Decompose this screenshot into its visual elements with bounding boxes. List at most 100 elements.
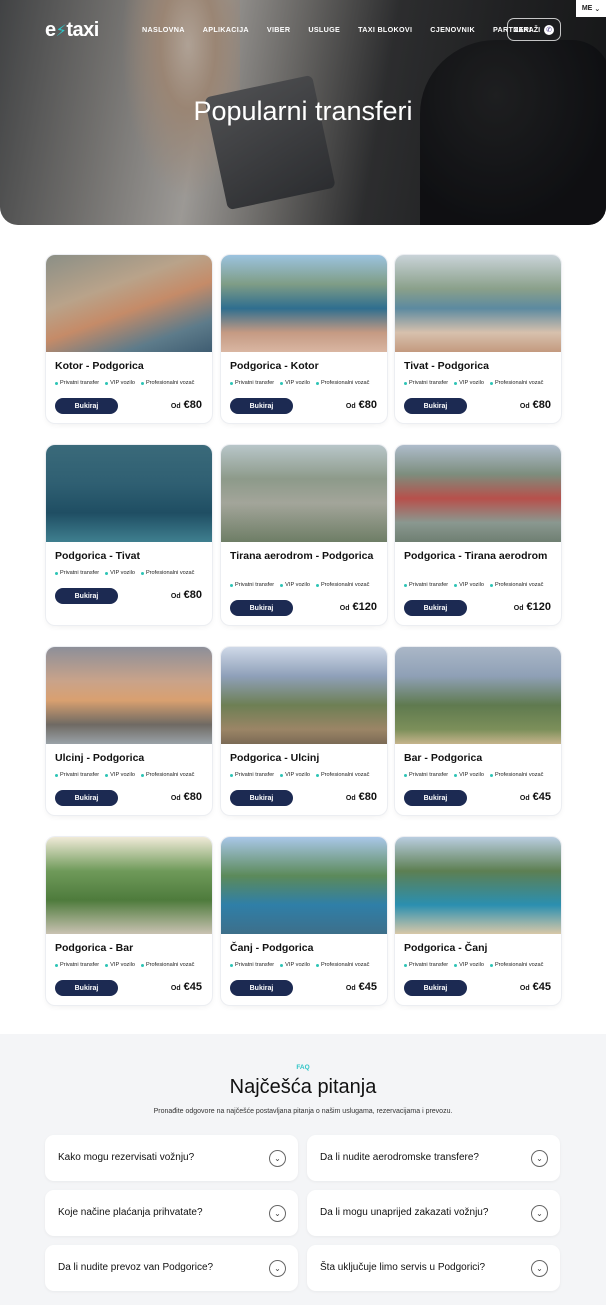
- feature-tag: Profesionalni vozač: [140, 772, 194, 778]
- bullet-dot-icon: [280, 381, 284, 385]
- chevron-down-icon[interactable]: ⌄: [531, 1260, 548, 1277]
- book-button[interactable]: Bukiraj: [404, 790, 467, 806]
- order-label: ZAKAŽI: [513, 25, 541, 34]
- feature-tag: Privatni transfer: [55, 380, 99, 386]
- feature-tag: VIP vozilo: [454, 962, 484, 968]
- book-button[interactable]: Bukiraj: [404, 980, 467, 996]
- bullet-dot-icon: [489, 963, 493, 967]
- transfer-tags: Privatni transfer VIP vozilo Profesionalni…: [404, 962, 543, 968]
- bullet-dot-icon: [454, 963, 458, 967]
- feature-tag: Profesionalni vozač: [315, 772, 369, 778]
- transfer-card[interactable]: Podgorica - Tirana aerodrom Privatni tran…: [395, 445, 561, 625]
- book-button[interactable]: Bukiraj: [404, 398, 467, 414]
- transfer-card[interactable]: Podgorica - Bar Privatni transfer VIP vozi…: [46, 837, 212, 1005]
- transfer-route: Tirana aerodrom - Podgorica: [230, 550, 374, 562]
- price-value: €80: [358, 791, 377, 803]
- transfer-price: Od €80: [171, 791, 202, 803]
- bullet-dot-icon: [280, 583, 284, 587]
- bullet-dot-icon: [315, 381, 319, 385]
- price-value: €80: [532, 399, 551, 411]
- language-switcher[interactable]: ME ⌄: [576, 0, 606, 17]
- feature-tag: Profesionalni vozač: [140, 570, 194, 576]
- transfer-photo: [46, 647, 212, 744]
- transfer-photo: [395, 647, 561, 744]
- faq-item[interactable]: Da li nudite aerodromske transfere? ⌄: [307, 1135, 560, 1181]
- transfer-card[interactable]: Čanj - Podgorica Privatni transfer VIP voz…: [221, 837, 387, 1005]
- price-value: €45: [532, 791, 551, 803]
- feature-tag: VIP vozilo: [454, 380, 484, 386]
- transfer-price: Od €80: [520, 399, 551, 411]
- transfer-price: Od €45: [171, 981, 202, 993]
- faq-question: Da li nudite prevoz van Podgorice?: [58, 1262, 214, 1273]
- transfer-tags: Privatni transfer VIP vozilo Profesionalni…: [230, 582, 369, 588]
- transfer-card[interactable]: Bar - Podgorica Privatni transfer VIP vozi…: [395, 647, 561, 815]
- price-value: €80: [183, 589, 202, 601]
- transfer-card[interactable]: Podgorica - Čanj Privatni transfer VIP voz…: [395, 837, 561, 1005]
- bullet-dot-icon: [105, 571, 109, 575]
- transfer-card[interactable]: Podgorica - Tivat Privatni transfer VIP vo…: [46, 445, 212, 625]
- bullet-dot-icon: [489, 773, 493, 777]
- transfer-route: Tivat - Podgorica: [404, 360, 489, 372]
- book-button[interactable]: Bukiraj: [230, 790, 293, 806]
- transfer-card[interactable]: Podgorica - Ulcinj Privatni transfer VIP v…: [221, 647, 387, 815]
- transfer-route: Podgorica - Ulcinj: [230, 752, 320, 764]
- bullet-dot-icon: [55, 381, 58, 385]
- book-button[interactable]: Bukiraj: [55, 980, 118, 996]
- faq-question: Da li nudite aerodromske transfere?: [320, 1152, 479, 1163]
- book-button[interactable]: Bukiraj: [404, 600, 467, 616]
- nav-item-taxi-blokovi[interactable]: TAXI BLOKOVI: [358, 25, 412, 34]
- book-button[interactable]: Bukiraj: [55, 588, 118, 604]
- feature-tag: VIP vozilo: [454, 772, 484, 778]
- faq-question: Šta uključuje limo servis u Podgorici?: [320, 1262, 486, 1273]
- transfer-tags: Privatni transfer VIP vozilo Profesionalni…: [55, 962, 194, 968]
- transfer-card[interactable]: Tivat - Podgorica Privatni transfer VIP vo…: [395, 255, 561, 423]
- transfer-tags: Privatni transfer VIP vozilo Profesionalni…: [404, 582, 543, 588]
- transfer-photo: [46, 837, 212, 934]
- chevron-down-icon[interactable]: ⌄: [531, 1150, 548, 1167]
- chevron-down-icon[interactable]: ⌄: [269, 1205, 286, 1222]
- transfer-photo: [221, 837, 387, 934]
- feature-tag: VIP vozilo: [105, 380, 135, 386]
- language-label: ME: [581, 5, 593, 12]
- transfer-route: Podgorica - Čanj: [404, 942, 488, 954]
- transfer-card[interactable]: Tirana aerodrom - Podgorica Privatni tran…: [221, 445, 387, 625]
- logo-prefix: e: [45, 19, 56, 41]
- faq-item[interactable]: Kako mogu rezervisati vožnju? ⌄: [45, 1135, 298, 1181]
- transfer-route: Čanj - Podgorica: [230, 942, 314, 954]
- faq-item[interactable]: Šta uključuje limo servis u Podgorici? ⌄: [307, 1245, 560, 1291]
- site-logo[interactable]: e⚡taxi: [45, 19, 99, 42]
- transfer-card[interactable]: Kotor - Podgorica Privatni transfer VIP vo…: [46, 255, 212, 423]
- chevron-down-icon[interactable]: ⌄: [269, 1260, 286, 1277]
- faq-item[interactable]: Da li nudite prevoz van Podgorice? ⌄: [45, 1245, 298, 1291]
- faq-item[interactable]: Da li mogu unaprijed zakazati vožnju? ⌄: [307, 1190, 560, 1236]
- main-nav: NASLOVNA APLIKACIJA VIBER USLUGE TAXI BL…: [142, 25, 550, 34]
- transfer-card[interactable]: Ulcinj - Podgorica Privatni transfer VIP v…: [46, 647, 212, 815]
- price-prefix: Od: [170, 985, 181, 992]
- book-button[interactable]: Bukiraj: [230, 980, 293, 996]
- bullet-dot-icon: [140, 571, 144, 575]
- faq-question: Da li mogu unaprijed zakazati vožnju?: [320, 1207, 489, 1218]
- nav-item-usluge[interactable]: USLUGE: [308, 25, 340, 34]
- chevron-down-icon[interactable]: ⌄: [269, 1150, 286, 1167]
- bullet-dot-icon: [55, 773, 58, 777]
- bullet-dot-icon: [404, 583, 407, 587]
- transfer-card[interactable]: Podgorica - Kotor Privatni transfer VIP vo…: [221, 255, 387, 423]
- book-button[interactable]: Bukiraj: [55, 398, 118, 414]
- book-button[interactable]: Bukiraj: [55, 790, 118, 806]
- book-button[interactable]: Bukiraj: [230, 398, 293, 414]
- nav-item-viber[interactable]: VIBER: [267, 25, 290, 34]
- order-button[interactable]: ZAKAŽI ✆: [507, 18, 561, 41]
- transfer-price: Od €120: [340, 601, 377, 613]
- logo-suffix: taxi: [66, 19, 99, 41]
- chevron-down-icon[interactable]: ⌄: [531, 1205, 548, 1222]
- feature-tag: Privatni transfer: [404, 962, 448, 968]
- bullet-dot-icon: [454, 583, 458, 587]
- bullet-dot-icon: [230, 963, 233, 967]
- nav-item-aplikacija[interactable]: APLIKACIJA: [203, 25, 249, 34]
- price-prefix: Od: [345, 985, 356, 992]
- transfer-price: Od €45: [520, 791, 551, 803]
- faq-item[interactable]: Koje načine plaćanja prihvatate? ⌄: [45, 1190, 298, 1236]
- nav-item-naslovna[interactable]: NASLOVNA: [142, 25, 185, 34]
- nav-item-cjenovnik[interactable]: CJENOVNIK: [430, 25, 475, 34]
- book-button[interactable]: Bukiraj: [230, 600, 293, 616]
